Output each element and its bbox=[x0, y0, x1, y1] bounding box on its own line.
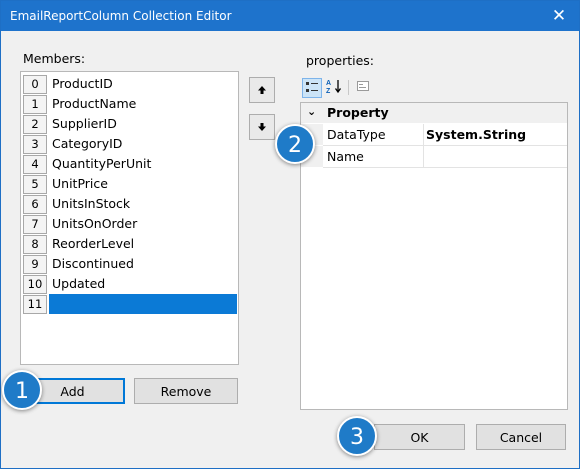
property-row[interactable]: Name bbox=[301, 146, 567, 167]
member-name: QuantityPerUnit bbox=[52, 156, 152, 171]
member-name: UnitsOnOrder bbox=[52, 216, 138, 231]
title-bar[interactable]: EmailReportColumn Collection Editor ✕ bbox=[1, 1, 579, 31]
window-title: EmailReportColumn Collection Editor bbox=[10, 9, 232, 23]
collection-editor-dialog: EmailReportColumn Collection Editor ✕ Me… bbox=[0, 0, 580, 469]
member-index: 3 bbox=[23, 135, 47, 154]
list-item[interactable]: 6 UnitsInStock bbox=[21, 194, 238, 214]
member-index: 1 bbox=[23, 95, 47, 114]
member-name: ReorderLevel bbox=[52, 236, 135, 251]
member-name: CategoryID bbox=[52, 136, 123, 151]
chevron-down-icon[interactable]: ⌄ bbox=[307, 105, 316, 118]
member-name: UnitPrice bbox=[52, 176, 108, 191]
member-index: 7 bbox=[23, 215, 47, 234]
list-item[interactable]: 8 ReorderLevel bbox=[21, 234, 238, 254]
column-divider bbox=[423, 146, 424, 167]
move-down-button[interactable] bbox=[249, 114, 275, 140]
callout-badge: 3 bbox=[337, 416, 377, 456]
member-index: 2 bbox=[23, 115, 47, 134]
ok-button[interactable]: OK bbox=[374, 424, 465, 450]
selection-highlight bbox=[49, 294, 237, 314]
move-up-button[interactable] bbox=[249, 77, 275, 103]
list-item[interactable]: 9 Discontinued bbox=[21, 254, 238, 274]
member-index: 10 bbox=[23, 275, 47, 294]
member-index: 4 bbox=[23, 155, 47, 174]
row-divider bbox=[323, 167, 567, 168]
member-name: ProductName bbox=[52, 96, 137, 111]
list-item[interactable]: 5 UnitPrice bbox=[21, 174, 238, 194]
category-title: Property bbox=[327, 105, 389, 120]
svg-text:A: A bbox=[326, 80, 331, 87]
members-list[interactable]: 0 ProductID 1 ProductName 2 SupplierID 3… bbox=[20, 71, 239, 365]
list-item[interactable]: 4 QuantityPerUnit bbox=[21, 154, 238, 174]
property-pages-icon[interactable] bbox=[354, 78, 372, 96]
member-index: 8 bbox=[23, 235, 47, 254]
list-item[interactable]: 2 SupplierID bbox=[21, 114, 238, 134]
column-divider bbox=[423, 124, 424, 145]
member-name: Discontinued bbox=[52, 256, 134, 271]
list-item[interactable]: 7 UnitsOnOrder bbox=[21, 214, 238, 234]
remove-button[interactable]: Remove bbox=[134, 378, 238, 404]
callout-badge: 2 bbox=[275, 124, 315, 164]
list-item[interactable]: 1 ProductName bbox=[21, 94, 238, 114]
property-grid[interactable]: ⌄ Property DataType System.String Name bbox=[300, 102, 568, 410]
svg-text:Z: Z bbox=[326, 88, 331, 94]
list-item[interactable]: 0 ProductID bbox=[21, 74, 238, 94]
member-index: 11 bbox=[23, 295, 47, 314]
member-index: 5 bbox=[23, 175, 47, 194]
property-row[interactable]: DataType System.String bbox=[301, 124, 567, 145]
toolbar-separator bbox=[348, 80, 349, 95]
properties-label: properties: bbox=[306, 53, 374, 68]
list-item[interactable]: 3 CategoryID bbox=[21, 134, 238, 154]
down-arrow-icon bbox=[258, 123, 266, 131]
list-item[interactable]: 10 Updated bbox=[21, 274, 238, 294]
property-value[interactable]: System.String bbox=[426, 127, 526, 142]
property-name: DataType bbox=[327, 127, 386, 142]
category-row[interactable]: ⌄ Property bbox=[301, 103, 567, 123]
members-label: Members: bbox=[23, 51, 86, 66]
cancel-button[interactable]: Cancel bbox=[476, 424, 566, 450]
up-arrow-icon bbox=[258, 86, 266, 94]
member-name: UnitsInStock bbox=[52, 196, 131, 211]
property-name: Name bbox=[327, 149, 364, 164]
member-name: Updated bbox=[52, 276, 106, 291]
member-name: ProductID bbox=[52, 76, 113, 91]
member-index: 6 bbox=[23, 195, 47, 214]
categorized-icon[interactable] bbox=[302, 78, 322, 98]
close-icon[interactable]: ✕ bbox=[539, 1, 579, 31]
member-name: SupplierID bbox=[52, 116, 117, 131]
property-toolbar: A Z bbox=[302, 78, 382, 98]
member-index: 0 bbox=[23, 75, 47, 94]
sort-alphabetical-icon[interactable]: A Z bbox=[325, 78, 343, 96]
list-item-selected[interactable]: 11 bbox=[21, 294, 238, 314]
member-index: 9 bbox=[23, 255, 47, 274]
callout-badge: 1 bbox=[2, 370, 42, 410]
